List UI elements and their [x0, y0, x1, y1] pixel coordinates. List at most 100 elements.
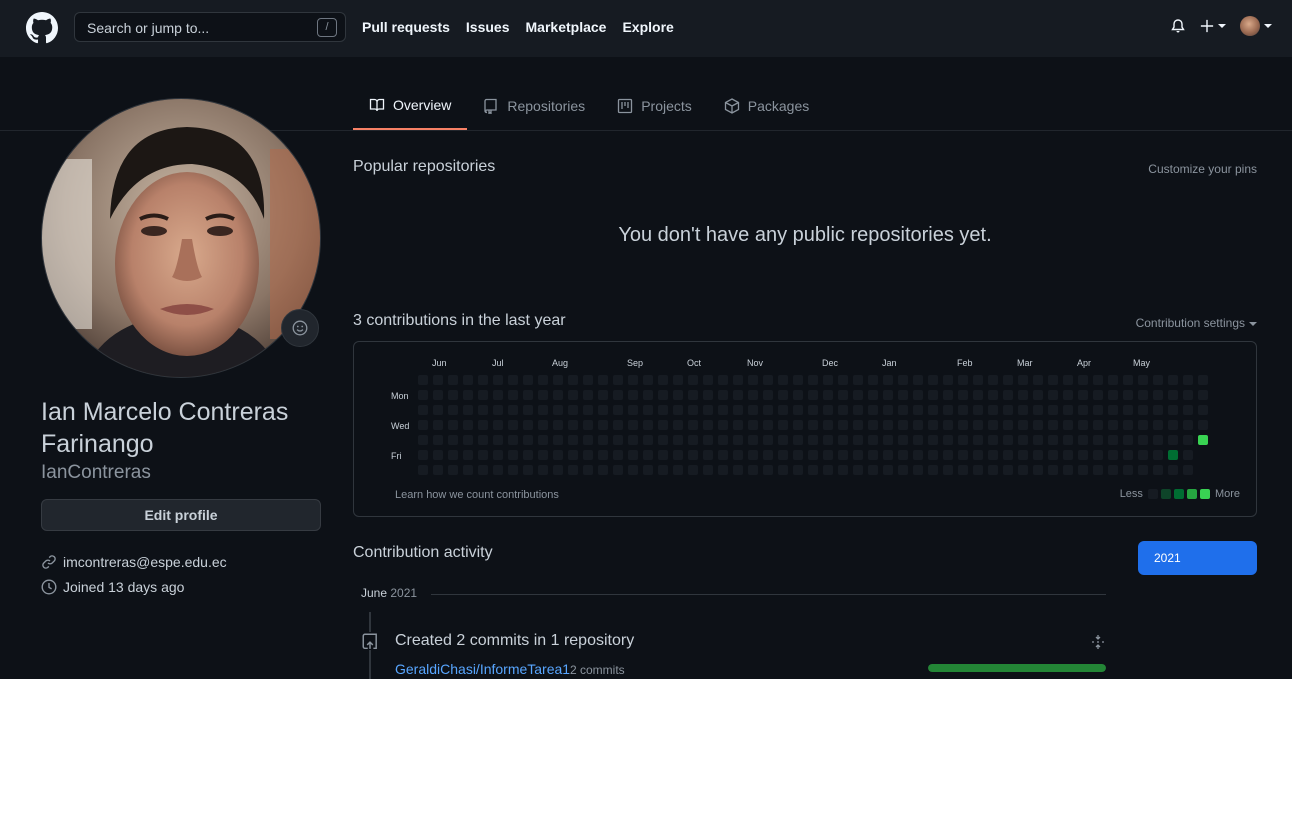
calendar-day-cell[interactable]: [508, 435, 518, 445]
calendar-day-cell[interactable]: [1153, 450, 1163, 460]
calendar-day-cell[interactable]: [958, 450, 968, 460]
calendar-day-cell[interactable]: [643, 465, 653, 475]
calendar-day-cell[interactable]: [823, 420, 833, 430]
calendar-day-cell[interactable]: [838, 420, 848, 430]
calendar-day-cell[interactable]: [613, 435, 623, 445]
calendar-day-cell[interactable]: [478, 405, 488, 415]
calendar-day-cell[interactable]: [628, 465, 638, 475]
calendar-day-cell[interactable]: [1078, 465, 1088, 475]
calendar-day-cell[interactable]: [1018, 420, 1028, 430]
calendar-day-cell[interactable]: [898, 375, 908, 385]
calendar-day-cell[interactable]: [883, 435, 893, 445]
calendar-day-cell[interactable]: [748, 405, 758, 415]
calendar-day-cell[interactable]: [673, 420, 683, 430]
calendar-day-cell[interactable]: [1123, 375, 1133, 385]
calendar-day-cell[interactable]: [748, 420, 758, 430]
calendar-day-cell[interactable]: [583, 435, 593, 445]
calendar-day-cell[interactable]: [658, 435, 668, 445]
calendar-day-cell[interactable]: [1093, 450, 1103, 460]
calendar-day-cell[interactable]: [913, 420, 923, 430]
calendar-day-cell[interactable]: [658, 465, 668, 475]
calendar-day-cell[interactable]: [958, 390, 968, 400]
calendar-day-cell[interactable]: [523, 450, 533, 460]
calendar-day-cell[interactable]: [703, 375, 713, 385]
calendar-day-cell[interactable]: [613, 420, 623, 430]
calendar-day-cell[interactable]: [1093, 420, 1103, 430]
calendar-day-cell[interactable]: [943, 375, 953, 385]
calendar-day-cell[interactable]: [1198, 390, 1208, 400]
calendar-day-cell[interactable]: [568, 435, 578, 445]
calendar-day-cell[interactable]: [823, 375, 833, 385]
calendar-day-cell[interactable]: [583, 450, 593, 460]
calendar-day-cell[interactable]: [1153, 420, 1163, 430]
calendar-day-cell[interactable]: [493, 420, 503, 430]
calendar-day-cell[interactable]: [493, 390, 503, 400]
calendar-day-cell[interactable]: [673, 375, 683, 385]
github-logo-icon[interactable]: [26, 12, 58, 44]
calendar-day-cell[interactable]: [928, 375, 938, 385]
calendar-day-cell[interactable]: [973, 435, 983, 445]
calendar-day-cell[interactable]: [853, 450, 863, 460]
calendar-day-cell[interactable]: [943, 405, 953, 415]
calendar-day-cell[interactable]: [568, 450, 578, 460]
calendar-day-cell[interactable]: [808, 465, 818, 475]
calendar-day-cell[interactable]: [1093, 390, 1103, 400]
calendar-day-cell[interactable]: [1123, 390, 1133, 400]
calendar-day-cell[interactable]: [1048, 450, 1058, 460]
tab-projects[interactable]: Projects: [601, 82, 708, 130]
calendar-day-cell[interactable]: [1018, 375, 1028, 385]
calendar-day-cell[interactable]: [1123, 465, 1133, 475]
calendar-day-cell[interactable]: [1123, 405, 1133, 415]
repo-link[interactable]: GeraldiChasi/InformeTarea1: [395, 661, 570, 677]
calendar-day-cell[interactable]: [793, 420, 803, 430]
calendar-day-cell[interactable]: [763, 450, 773, 460]
calendar-day-cell[interactable]: [553, 390, 563, 400]
calendar-day-cell[interactable]: [1108, 450, 1118, 460]
calendar-day-cell[interactable]: [748, 375, 758, 385]
calendar-day-cell[interactable]: [1063, 375, 1073, 385]
calendar-day-cell[interactable]: [1048, 435, 1058, 445]
calendar-day-cell[interactable]: [643, 405, 653, 415]
calendar-day-cell[interactable]: [1033, 405, 1043, 415]
calendar-day-cell[interactable]: [553, 450, 563, 460]
calendar-day-cell[interactable]: [448, 390, 458, 400]
calendar-day-cell[interactable]: [733, 375, 743, 385]
calendar-day-cell[interactable]: [463, 405, 473, 415]
calendar-day-cell[interactable]: [793, 405, 803, 415]
calendar-day-cell[interactable]: [493, 405, 503, 415]
calendar-day-cell[interactable]: [973, 420, 983, 430]
calendar-day-cell[interactable]: [883, 465, 893, 475]
calendar-day-cell[interactable]: [583, 375, 593, 385]
calendar-day-cell[interactable]: [523, 390, 533, 400]
calendar-day-cell[interactable]: [673, 465, 683, 475]
calendar-day-cell[interactable]: [613, 390, 623, 400]
calendar-day-cell[interactable]: [1183, 390, 1193, 400]
calendar-day-cell[interactable]: [778, 405, 788, 415]
calendar-day-cell[interactable]: [658, 405, 668, 415]
calendar-day-cell[interactable]: [763, 390, 773, 400]
calendar-day-cell[interactable]: [943, 450, 953, 460]
calendar-day-cell[interactable]: [868, 465, 878, 475]
calendar-day-cell[interactable]: [943, 465, 953, 475]
calendar-day-cell[interactable]: [883, 375, 893, 385]
calendar-day-cell[interactable]: [928, 465, 938, 475]
calendar-day-cell[interactable]: [1168, 375, 1178, 385]
calendar-day-cell[interactable]: [433, 405, 443, 415]
calendar-day-cell[interactable]: [1138, 450, 1148, 460]
calendar-day-cell[interactable]: [1003, 390, 1013, 400]
calendar-day-cell[interactable]: [718, 390, 728, 400]
calendar-day-cell[interactable]: [673, 435, 683, 445]
calendar-day-cell[interactable]: [718, 375, 728, 385]
calendar-day-cell[interactable]: [688, 450, 698, 460]
calendar-day-cell[interactable]: [493, 450, 503, 460]
calendar-day-cell[interactable]: [823, 390, 833, 400]
calendar-day-cell[interactable]: [688, 375, 698, 385]
calendar-day-cell[interactable]: [1003, 465, 1013, 475]
calendar-day-cell[interactable]: [1183, 375, 1193, 385]
calendar-day-cell[interactable]: [613, 375, 623, 385]
calendar-day-cell[interactable]: [478, 390, 488, 400]
calendar-day-cell[interactable]: [493, 465, 503, 475]
calendar-day-cell[interactable]: [868, 375, 878, 385]
calendar-day-cell[interactable]: [988, 375, 998, 385]
calendar-day-cell[interactable]: [808, 450, 818, 460]
